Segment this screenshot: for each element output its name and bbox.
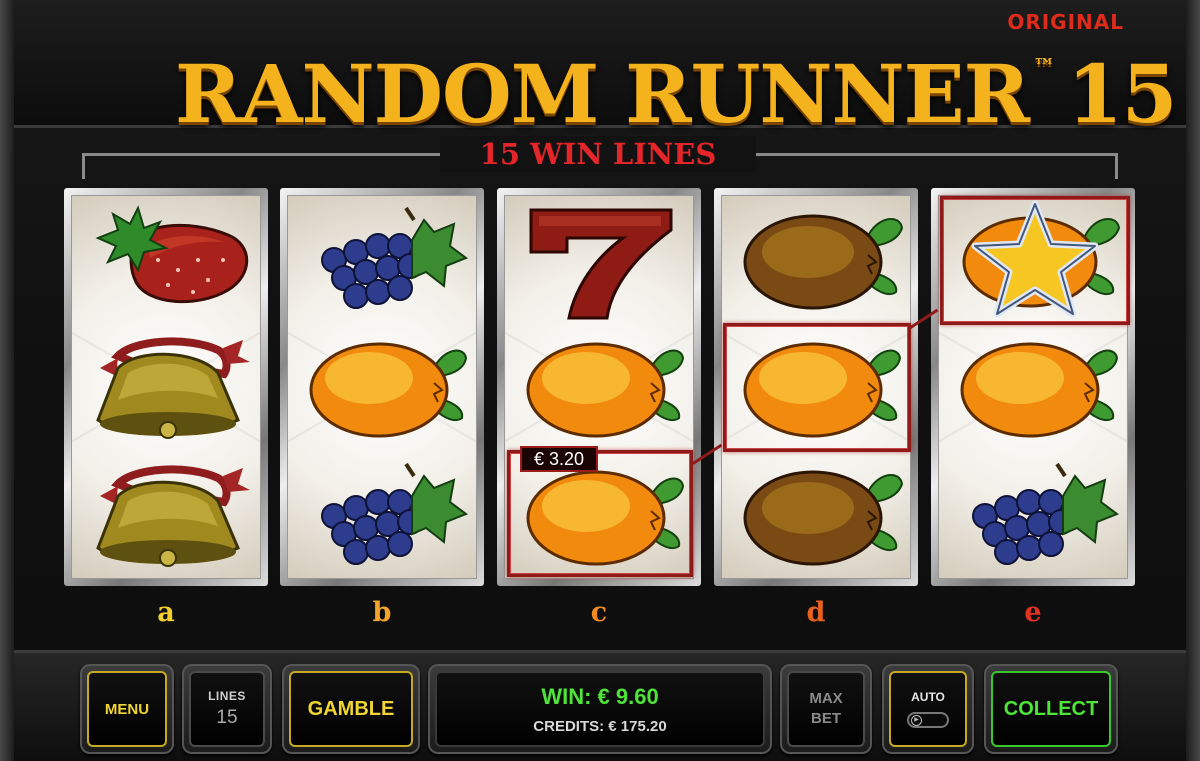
lines-button-face: LINES 15 [189,671,265,747]
slot-machine: ORIGINAL RANDOM RUNNER™15 15 WIN LINES [0,0,1200,761]
max-bet-button-face: MAX BET [787,671,865,747]
menu-button[interactable]: MENU [80,664,174,754]
lines-caption: LINES [208,689,246,703]
collect-label: COLLECT [1003,697,1099,720]
auto-label: AUTO [911,690,945,704]
reel-letter-d: d [806,597,826,628]
plum-icon [743,470,904,566]
orange-icon [309,342,468,438]
orange-symbol [939,324,1127,452]
seven-symbol [505,196,693,324]
trademark-mark: ™ [1033,54,1056,80]
reel-a [64,188,268,586]
reel-window [287,195,477,579]
title-number: 15 [1067,47,1177,141]
orange-icon [960,342,1119,438]
auto-play-button[interactable]: AUTO ▶ [882,664,974,754]
grapes-icon [321,206,469,309]
reel-letter-e: e [1024,597,1042,628]
gamble-button[interactable]: GAMBLE [282,664,420,754]
reel-letter-c: c [590,597,608,628]
win-credits-panel: WIN: € 9.60 CREDITS: € 175.20 [435,671,765,747]
gamble-button-face: GAMBLE [289,671,413,747]
collect-button-face: COLLECT [991,671,1111,747]
bet-label: BET [811,710,841,727]
grapes-icon [321,462,469,565]
play-icon: ▶ [911,715,922,726]
left-frame [0,0,14,761]
menu-button-face: MENU [87,671,167,747]
plum-symbol [722,452,910,578]
bell-symbol [72,324,260,452]
grapes-symbol [939,452,1127,578]
grapes-symbol [288,196,476,324]
game-title: RANDOM RUNNER ™ 15 [175,22,1177,139]
win-lines-banner: 15 WIN LINES [440,136,756,172]
lines-button[interactable]: LINES 15 [182,664,272,754]
lines-value: 15 [216,707,238,728]
win-credits-display: WIN: € 9.60 CREDITS: € 175.20 [428,664,772,754]
title-text: RANDOM RUNNER [175,47,1030,141]
win-highlight-d [723,323,911,452]
max-label: MAX [809,690,843,707]
orange-icon [526,342,685,438]
max-bet-button[interactable]: MAX BET [780,664,872,754]
right-frame [1186,0,1200,761]
reel-letter-b: b [372,597,392,628]
reel-letter-a: a [157,597,175,628]
orange-symbol [288,324,476,452]
bell-icon [96,337,250,439]
plum-symbol [722,196,910,324]
plum-icon [743,214,904,310]
reel-b [280,188,484,586]
bell-icon [96,465,250,567]
strawberry-symbol [72,196,260,324]
bell-symbol [72,452,260,578]
seven-icon [529,208,673,320]
win-amount: WIN: € 9.60 [541,683,659,709]
menu-label: MENU [104,700,150,718]
win-highlight-e [940,196,1130,325]
collect-button[interactable]: COLLECT [984,664,1118,754]
credits-amount: CREDITS: € 175.20 [533,717,667,735]
grapes-icon [972,462,1120,565]
auto-play-button-face: AUTO ▶ [889,671,967,747]
gamble-label: GAMBLE [307,697,395,720]
reel-window [71,195,261,579]
orange-symbol [505,324,693,452]
grapes-symbol [288,452,476,578]
auto-toggle[interactable]: ▶ [907,712,949,728]
strawberry-icon [95,205,249,304]
line-win-amount: € 3.20 [520,446,598,472]
